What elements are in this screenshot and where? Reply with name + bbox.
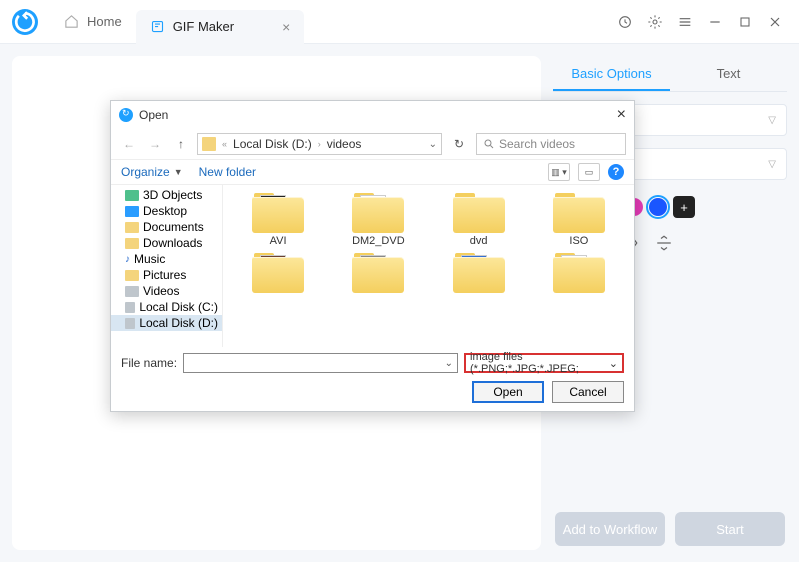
app-small-icon xyxy=(119,108,133,122)
address-bar[interactable]: « Local Disk (D:) › videos ⌄ xyxy=(197,133,442,155)
documents-icon xyxy=(125,222,139,233)
tree-item[interactable]: Local Disk (D:) xyxy=(111,315,222,331)
dialog-title: Open xyxy=(139,108,168,122)
add-to-workflow-button[interactable]: Add to Workflow xyxy=(555,512,665,546)
file-item[interactable] xyxy=(434,251,524,295)
flip-vertical-icon[interactable] xyxy=(655,234,673,252)
breadcrumb[interactable]: videos xyxy=(327,137,362,151)
new-folder-button[interactable]: New folder xyxy=(199,165,256,179)
tab-text[interactable]: Text xyxy=(670,56,787,91)
dialog-close-icon[interactable]: × xyxy=(617,106,626,124)
close-icon[interactable]: × xyxy=(282,19,290,35)
filename-label: File name: xyxy=(121,356,177,370)
cancel-button[interactable]: Cancel xyxy=(552,381,624,403)
videos-icon xyxy=(125,286,139,297)
history-icon[interactable] xyxy=(617,14,633,30)
file-list: AVI DM2_DVD dvd ISO xyxy=(223,185,634,347)
window-controls xyxy=(617,14,799,30)
tab-basic-options[interactable]: Basic Options xyxy=(553,56,670,91)
tree-item[interactable]: ♪Music xyxy=(111,251,222,267)
chevron-down-icon[interactable]: ⌄ xyxy=(429,139,437,150)
file-item[interactable] xyxy=(534,251,624,295)
chevron-down-icon: ⌄ xyxy=(445,358,453,369)
tree-item[interactable]: Documents xyxy=(111,219,222,235)
back-icon[interactable]: ← xyxy=(119,134,139,154)
file-item[interactable] xyxy=(333,251,423,295)
search-input[interactable]: Search videos xyxy=(476,133,626,155)
chevron-down-icon: ▽ xyxy=(768,159,776,170)
options-tabs: Basic Options Text xyxy=(553,56,787,92)
view-mode-button[interactable]: ▥ ▾ xyxy=(548,163,570,181)
tree-item[interactable]: Desktop xyxy=(111,203,222,219)
menu-icon[interactable] xyxy=(677,14,693,30)
tab-gif-maker[interactable]: GIF Maker × xyxy=(136,10,305,44)
downloads-icon xyxy=(125,238,139,249)
chevron-down-icon: ▽ xyxy=(768,115,776,126)
app-logo xyxy=(12,9,38,35)
folder-tree: 3D Objects Desktop Documents Downloads ♪… xyxy=(111,185,223,347)
preview-pane-button[interactable]: ▭ xyxy=(578,163,600,181)
dialog-titlebar: Open × xyxy=(111,101,634,129)
desktop-icon xyxy=(125,206,139,217)
search-icon xyxy=(483,138,495,150)
tree-item[interactable]: 3D Objects xyxy=(111,187,222,203)
pictures-icon xyxy=(125,270,139,281)
action-buttons: Add to Workflow Start xyxy=(555,512,785,546)
filename-input[interactable]: ⌄ xyxy=(183,353,458,373)
add-color-button[interactable]: + xyxy=(673,196,695,218)
dialog-body: 3D Objects Desktop Documents Downloads ♪… xyxy=(111,185,634,347)
file-item[interactable]: AVI xyxy=(233,191,323,247)
chevron-down-icon: ⌄ xyxy=(609,357,618,370)
tab-home[interactable]: Home xyxy=(50,6,136,38)
up-icon[interactable]: ↑ xyxy=(171,134,191,154)
music-icon: ♪ xyxy=(125,254,130,265)
disk-icon xyxy=(125,318,135,329)
file-item[interactable] xyxy=(233,251,323,295)
topbar: Home GIF Maker × xyxy=(0,0,799,44)
gif-icon xyxy=(150,19,165,34)
folder-icon xyxy=(202,137,216,151)
tree-item[interactable]: Local Disk (C:) xyxy=(111,299,222,315)
gear-icon[interactable] xyxy=(647,14,663,30)
dialog-nav: ← → ↑ « Local Disk (D:) › videos ⌄ ↻ Sea… xyxy=(111,129,634,159)
dialog-footer: File name: ⌄ image files (*.PNG;*.JPG;*.… xyxy=(111,347,634,411)
color-swatch[interactable] xyxy=(649,198,667,216)
tree-item[interactable]: Downloads xyxy=(111,235,222,251)
tree-item[interactable]: Videos xyxy=(111,283,222,299)
file-item[interactable]: ISO xyxy=(534,191,624,247)
tab-label: Home xyxy=(87,14,122,29)
file-item[interactable]: dvd xyxy=(434,191,524,247)
tab-label: GIF Maker xyxy=(173,19,234,34)
open-button[interactable]: Open xyxy=(472,381,544,403)
help-icon[interactable]: ? xyxy=(608,164,624,180)
file-type-filter[interactable]: image files (*.PNG;*.JPG;*.JPEG; ⌄ xyxy=(464,353,624,373)
home-icon xyxy=(64,14,79,29)
refresh-icon[interactable]: ↻ xyxy=(448,133,470,155)
maximize-icon[interactable] xyxy=(737,14,753,30)
minimize-icon[interactable] xyxy=(707,14,723,30)
search-placeholder: Search videos xyxy=(499,137,575,151)
3d-objects-icon xyxy=(125,190,139,201)
file-open-dialog: Open × ← → ↑ « Local Disk (D:) › videos … xyxy=(110,100,635,412)
start-button[interactable]: Start xyxy=(675,512,785,546)
file-item[interactable]: DM2_DVD xyxy=(333,191,423,247)
disk-icon xyxy=(125,302,135,313)
organize-menu[interactable]: Organize ▼ xyxy=(121,165,183,179)
close-window-icon[interactable] xyxy=(767,14,783,30)
forward-icon[interactable]: → xyxy=(145,134,165,154)
dialog-toolbar: Organize ▼ New folder ▥ ▾ ▭ ? xyxy=(111,159,634,185)
tree-item[interactable]: Pictures xyxy=(111,267,222,283)
breadcrumb[interactable]: Local Disk (D:) xyxy=(233,137,312,151)
